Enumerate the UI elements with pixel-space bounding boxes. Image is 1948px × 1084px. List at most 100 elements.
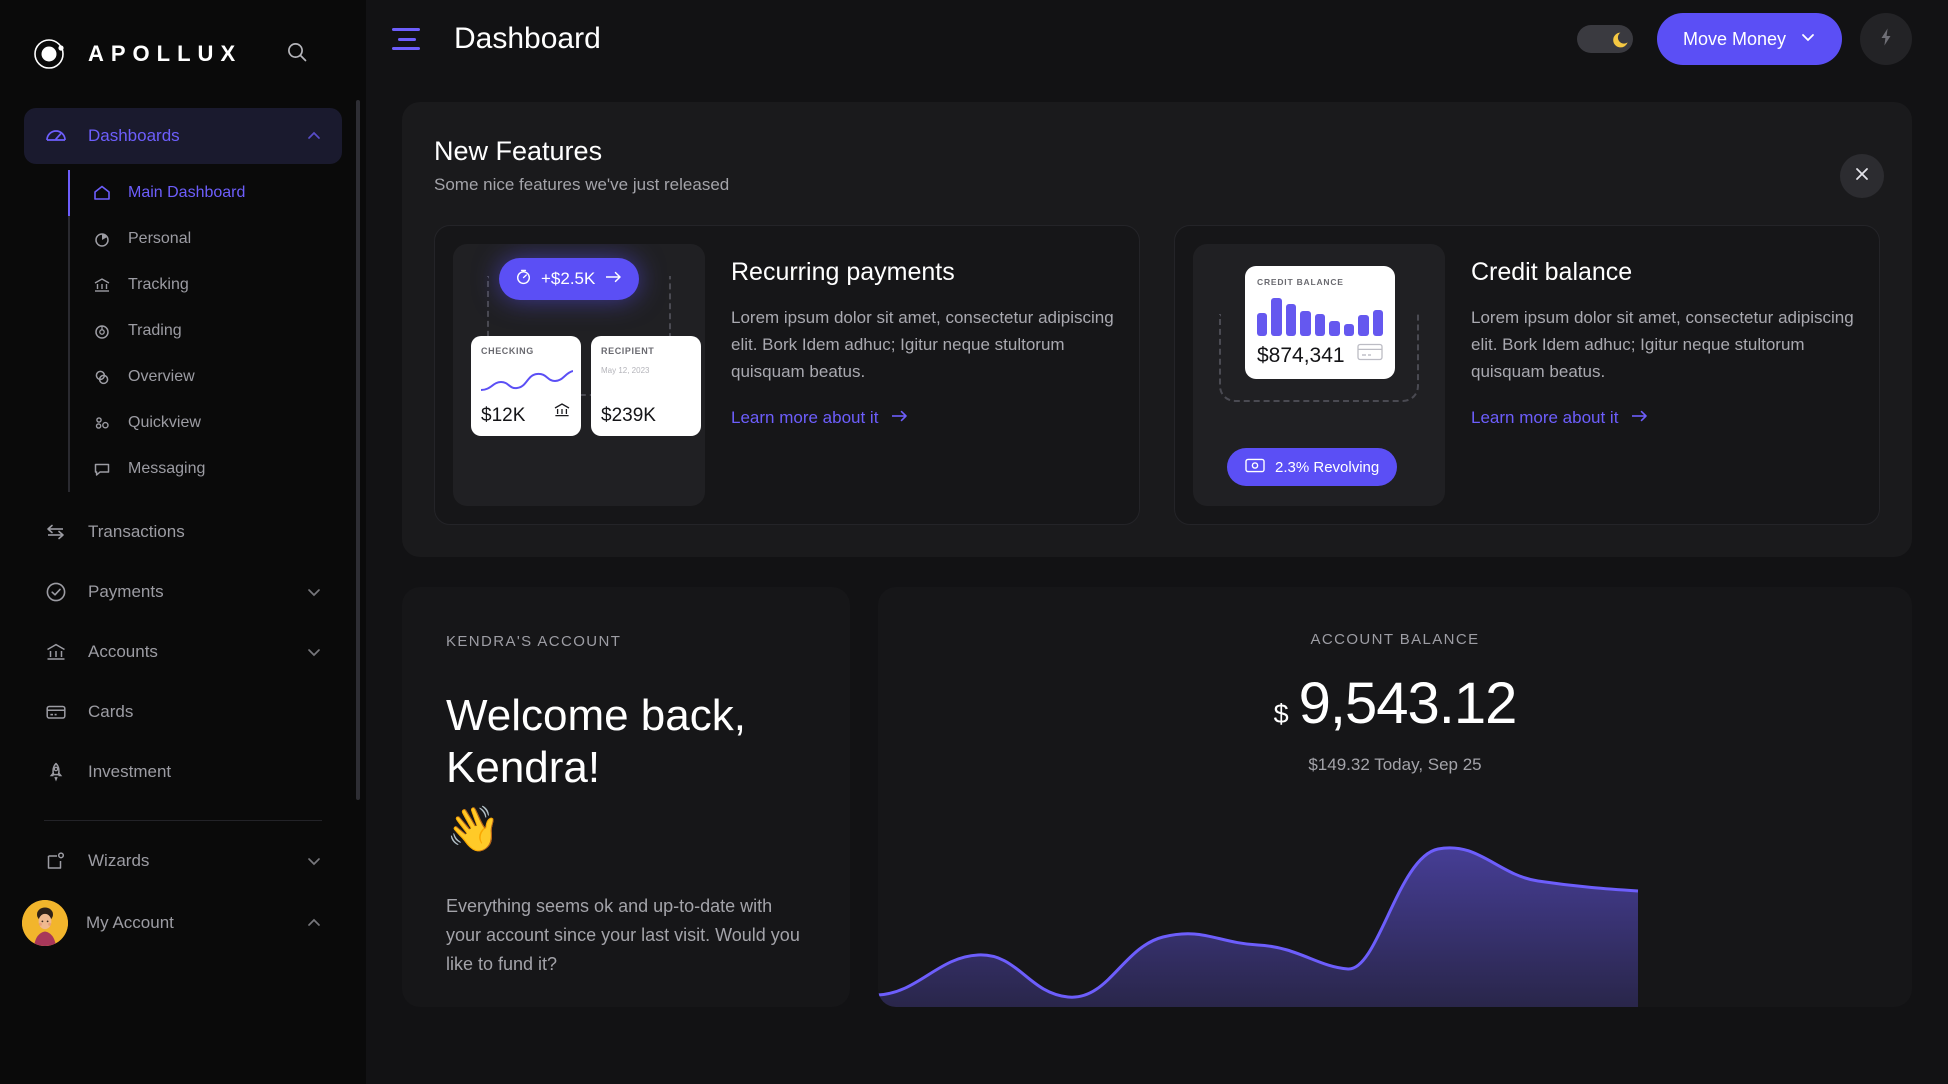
circles-icon bbox=[92, 367, 112, 387]
feature-card-credit-balance: CREDIT BALANCE $874,341 2.3% Revolving C… bbox=[1174, 225, 1880, 525]
balance-eyebrow: ACCOUNT BALANCE bbox=[1310, 631, 1480, 648]
wizard-square-icon bbox=[44, 849, 68, 873]
sidebar-item-personal[interactable]: Personal bbox=[70, 216, 366, 262]
sidebar-item-transactions[interactable]: Transactions bbox=[24, 502, 342, 562]
sidebar-item-label: Wizards bbox=[88, 851, 150, 870]
donut-chart-icon bbox=[92, 321, 112, 341]
revolving-rate-label: 2.3% Revolving bbox=[1275, 458, 1380, 476]
feature-text: Lorem ipsum dolor sit amet, consectetur … bbox=[1471, 308, 1854, 381]
arrow-right-icon bbox=[604, 269, 623, 289]
balance-area-chart bbox=[878, 846, 1639, 1007]
sidebar-item-trading[interactable]: Trading bbox=[70, 308, 366, 354]
checking-amount: $12K bbox=[481, 405, 526, 426]
bank-icon bbox=[92, 275, 112, 295]
search-icon[interactable] bbox=[286, 41, 308, 68]
sidebar-item-label: Payments bbox=[88, 582, 164, 601]
transfer-arrows-icon bbox=[44, 520, 68, 544]
content-area: New Features Some nice features we've ju… bbox=[366, 78, 1948, 1007]
feature-title: Credit balance bbox=[1471, 258, 1633, 286]
sidebar-item-main-dashboard[interactable]: Main Dashboard bbox=[70, 170, 366, 216]
learn-more-link[interactable]: Learn more about it bbox=[731, 408, 909, 428]
welcome-heading: Welcome back, Kendra! 👋 bbox=[446, 690, 806, 856]
chevron-down-icon bbox=[1800, 29, 1816, 50]
sidebar-item-investment[interactable]: Investment bbox=[24, 742, 342, 802]
arrow-right-icon bbox=[1630, 408, 1649, 428]
account-balance-card: ACCOUNT BALANCE $ 9,543.12 $149.32 Today… bbox=[878, 587, 1912, 1007]
recipient-mini-card: RECIPIENT May 12, 2023 $239K bbox=[591, 336, 701, 436]
sidebar-item-messaging[interactable]: Messaging bbox=[70, 446, 366, 492]
message-icon bbox=[92, 459, 112, 479]
rocket-icon bbox=[44, 760, 68, 784]
theme-toggle[interactable] bbox=[1576, 25, 1633, 53]
close-features-button[interactable] bbox=[1840, 154, 1884, 198]
sidebar-item-label: Trading bbox=[128, 322, 182, 339]
learn-more-link[interactable]: Learn more about it bbox=[1471, 408, 1649, 428]
feature-title: Recurring payments bbox=[731, 258, 955, 286]
chevron-up-icon bbox=[306, 915, 322, 931]
recipient-date: May 12, 2023 bbox=[601, 366, 650, 375]
sidebar-item-label: Investment bbox=[88, 762, 172, 781]
sidebar-item-my-account[interactable]: My Account bbox=[0, 891, 366, 955]
gauge-icon bbox=[44, 124, 68, 148]
feature-card-body: Recurring payments Lorem ipsum dolor sit… bbox=[731, 244, 1121, 506]
chevron-down-icon bbox=[306, 584, 322, 600]
orbit-icon bbox=[28, 33, 70, 75]
sidebar-subnav: Main Dashboard Personal Tracking Trading… bbox=[68, 170, 366, 492]
balance-amount: $ 9,543.12 bbox=[878, 670, 1912, 737]
credit-balance-illustration: CREDIT BALANCE $874,341 2.3% Revolving bbox=[1193, 244, 1445, 506]
balance-subtext: $149.32 Today, Sep 25 bbox=[1308, 755, 1482, 774]
sidebar-item-overview[interactable]: Overview bbox=[70, 354, 366, 400]
hamburger-icon[interactable] bbox=[392, 28, 420, 50]
learn-more-label: Learn more about it bbox=[1471, 407, 1619, 427]
feature-cards: +$2.5K CHECKING $12K RECIPIENT May 12, 2… bbox=[434, 225, 1880, 525]
sidebar-item-wizards[interactable]: Wizards bbox=[24, 831, 342, 891]
check-circle-icon bbox=[44, 580, 68, 604]
topbar: Dashboard Move Money bbox=[366, 0, 1948, 78]
move-money-label: Move Money bbox=[1682, 28, 1786, 49]
sidebar-account-label: My Account bbox=[86, 913, 174, 932]
feature-card-body: Credit balance Lorem ipsum dolor sit ame… bbox=[1471, 244, 1861, 506]
balance-currency: $ bbox=[1273, 699, 1289, 729]
brand-header: APOLLUX bbox=[0, 0, 366, 108]
feature-card-recurring-payments: +$2.5K CHECKING $12K RECIPIENT May 12, 2… bbox=[434, 225, 1140, 525]
recipient-amount: $239K bbox=[601, 405, 656, 426]
sidebar-item-label: Cards bbox=[88, 702, 134, 721]
feature-text: Lorem ipsum dolor sit amet, consectetur … bbox=[731, 308, 1114, 381]
sidebar-group-label: Dashboards bbox=[88, 126, 180, 145]
user-avatar bbox=[22, 900, 68, 946]
move-money-button[interactable]: Move Money bbox=[1656, 13, 1842, 65]
arrow-right-icon bbox=[890, 408, 909, 428]
main-content: Dashboard Move Money New Features Some n… bbox=[366, 0, 1948, 1084]
close-icon bbox=[1853, 165, 1871, 188]
sidebar-divider bbox=[44, 820, 322, 821]
sidebar-item-payments[interactable]: Payments bbox=[24, 562, 342, 622]
recurring-amount-pill: +$2.5K bbox=[499, 258, 640, 300]
sidebar-item-label: Quickview bbox=[128, 414, 201, 431]
revolving-rate-pill: 2.3% Revolving bbox=[1227, 448, 1398, 486]
sidebar-item-label: Transactions bbox=[88, 522, 185, 541]
sidebar-item-accounts[interactable]: Accounts bbox=[24, 622, 342, 682]
welcome-body: Everything seems ok and up-to-date with … bbox=[446, 895, 800, 975]
sidebar-item-quickview[interactable]: Quickview bbox=[70, 400, 366, 446]
money-icon bbox=[1245, 458, 1265, 477]
lightning-bolt-icon bbox=[1875, 26, 1897, 53]
sidebar: APOLLUX Dashboards Main Dashboard Person… bbox=[0, 0, 366, 1084]
sidebar-item-cards[interactable]: Cards bbox=[24, 682, 342, 742]
sidebar-item-tracking[interactable]: Tracking bbox=[70, 262, 366, 308]
recurring-payments-illustration: +$2.5K CHECKING $12K RECIPIENT May 12, 2… bbox=[453, 244, 705, 506]
features-title: New Features bbox=[434, 136, 603, 166]
balance-value: 9,543.12 bbox=[1298, 671, 1518, 736]
app-root: APOLLUX Dashboards Main Dashboard Person… bbox=[0, 0, 1948, 1084]
credit-balance-label: CREDIT BALANCE bbox=[1257, 277, 1344, 287]
checking-mini-card: CHECKING $12K bbox=[471, 336, 581, 436]
sidebar-item-label: Tracking bbox=[128, 276, 189, 293]
recurring-amount-value: +$2.5K bbox=[541, 269, 596, 288]
bottom-row: KENDRA'S ACCOUNT Welcome back, Kendra! 👋… bbox=[402, 587, 1912, 1007]
sidebar-item-label: Personal bbox=[128, 230, 192, 247]
moon-icon bbox=[1605, 22, 1639, 56]
chevron-down-icon bbox=[306, 853, 322, 869]
sidebar-group-dashboards[interactable]: Dashboards bbox=[24, 108, 342, 164]
account-eyebrow: KENDRA'S ACCOUNT bbox=[446, 633, 622, 650]
lightning-bolt-button[interactable] bbox=[1860, 13, 1912, 65]
credit-balance-mini-card: CREDIT BALANCE $874,341 bbox=[1245, 266, 1395, 379]
